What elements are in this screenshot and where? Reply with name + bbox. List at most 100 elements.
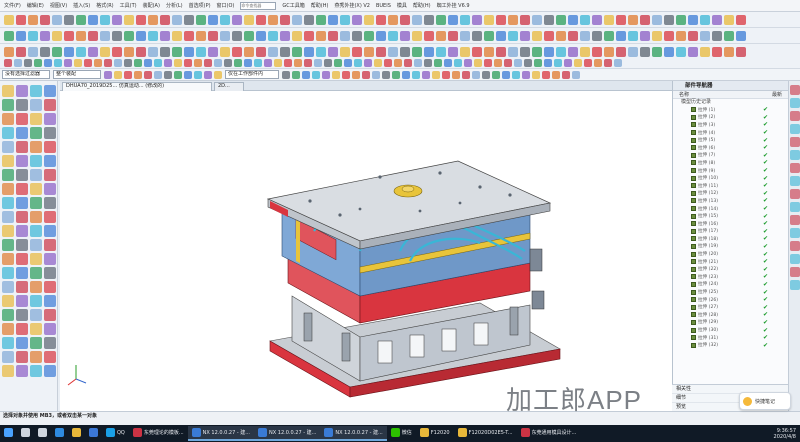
menu-item[interactable]: GC工具箱 — [282, 2, 304, 9]
toolbar-tool-icon[interactable] — [328, 14, 338, 25]
toolbar-tool-icon[interactable] — [304, 46, 314, 57]
menu-item[interactable]: 格式(R) — [96, 2, 113, 9]
side-tool-icon[interactable] — [2, 127, 14, 139]
side-tool-icon[interactable] — [2, 183, 14, 195]
feature-node[interactable]: 拉伸 (1) ✔ — [673, 106, 788, 114]
toolbar-tool-icon[interactable] — [342, 70, 350, 79]
side-tool-icon[interactable] — [16, 337, 28, 349]
feature-node[interactable]: 拉伸 (11) ✔ — [673, 182, 788, 190]
side-tool-icon[interactable] — [30, 141, 42, 153]
toolbar-tool-icon[interactable] — [616, 30, 626, 41]
toolbar-tool-icon[interactable] — [208, 14, 218, 25]
side-tool-icon[interactable] — [2, 337, 14, 349]
toolbar-tool-icon[interactable] — [400, 46, 410, 57]
feature-node[interactable]: 拉伸 (2) ✔ — [673, 114, 788, 122]
side-tool-icon[interactable] — [16, 197, 28, 209]
side-tool-icon[interactable] — [2, 323, 14, 335]
menu-item[interactable]: 帮助(H) — [311, 2, 329, 9]
side-tool-icon[interactable] — [30, 323, 42, 335]
side-tool-icon[interactable] — [30, 239, 42, 251]
toolbar-tool-icon[interactable] — [214, 70, 222, 79]
toolbar-tool-icon[interactable] — [104, 70, 112, 79]
toolbar-tool-icon[interactable] — [264, 58, 272, 67]
feature-node[interactable]: 拉伸 (12) ✔ — [673, 190, 788, 198]
side-tool-icon[interactable] — [16, 281, 28, 293]
toolbar-tool-icon[interactable] — [64, 46, 74, 57]
toolbar-tool-icon[interactable] — [688, 46, 698, 57]
resource-bar-icon[interactable] — [789, 124, 800, 134]
toolbar-tool-icon[interactable] — [184, 46, 194, 57]
toolbar-tool-icon[interactable] — [484, 14, 494, 25]
side-tool-icon[interactable] — [16, 267, 28, 279]
toolbar-tool-icon[interactable] — [436, 46, 446, 57]
side-tool-icon[interactable] — [2, 155, 14, 167]
quick-notes-button[interactable]: 快捷笔记 — [739, 392, 791, 410]
toolbar-tool-icon[interactable] — [314, 58, 322, 67]
side-tool-icon[interactable] — [16, 295, 28, 307]
toolbar-tool-icon[interactable] — [472, 46, 482, 57]
toolbar-tool-icon[interactable] — [568, 14, 578, 25]
toolbar-tool-icon[interactable] — [664, 46, 674, 57]
side-tool-icon[interactable] — [44, 309, 56, 321]
toolbar-tool-icon[interactable] — [556, 14, 566, 25]
toolbar-tool-icon[interactable] — [520, 30, 530, 41]
feature-node[interactable]: 拉伸 (26) ✔ — [673, 296, 788, 304]
side-tool-icon[interactable] — [30, 225, 42, 237]
toolbar-tool-icon[interactable] — [40, 14, 50, 25]
toolbar-tool-icon[interactable] — [352, 70, 360, 79]
feature-node[interactable]: 拉伸 (22) ✔ — [673, 265, 788, 273]
toolbar-tool-icon[interactable] — [532, 70, 540, 79]
side-tool-icon[interactable] — [2, 267, 14, 279]
side-tool-icon[interactable] — [30, 127, 42, 139]
toolbar-tool-icon[interactable] — [172, 14, 182, 25]
side-tool-icon[interactable] — [44, 239, 56, 251]
toolbar-tool-icon[interactable] — [40, 30, 50, 41]
toolbar-tool-icon[interactable] — [352, 14, 362, 25]
toolbar-tool-icon[interactable] — [112, 14, 122, 25]
side-tool-icon[interactable] — [30, 113, 42, 125]
side-tool-icon[interactable] — [16, 169, 28, 181]
toolbar-tool-icon[interactable] — [124, 58, 132, 67]
toolbar-tool-icon[interactable] — [474, 58, 482, 67]
toolbar-tool-icon[interactable] — [34, 58, 42, 67]
feature-node[interactable]: 拉伸 (25) ✔ — [673, 288, 788, 296]
side-tool-icon[interactable] — [44, 141, 56, 153]
toolbar-tool-icon[interactable] — [544, 46, 554, 57]
side-tool-icon[interactable] — [44, 169, 56, 181]
toolbar-tool-icon[interactable] — [496, 46, 506, 57]
side-tool-icon[interactable] — [2, 351, 14, 363]
toolbar-tool-icon[interactable] — [316, 30, 326, 41]
toolbar-tool-icon[interactable] — [700, 14, 710, 25]
toolbar-tool-icon[interactable] — [112, 46, 122, 57]
side-tool-icon[interactable] — [30, 169, 42, 181]
toolbar-tool-icon[interactable] — [292, 14, 302, 25]
toolbar-tool-icon[interactable] — [376, 14, 386, 25]
side-tool-icon[interactable] — [30, 309, 42, 321]
toolbar-tool-icon[interactable] — [676, 14, 686, 25]
toolbar-tool-icon[interactable] — [136, 46, 146, 57]
toolbar-tool-icon[interactable] — [324, 58, 332, 67]
side-tool-icon[interactable] — [2, 295, 14, 307]
toolbar-tool-icon[interactable] — [16, 46, 26, 57]
toolbar-tool-icon[interactable] — [160, 46, 170, 57]
toolbar-tool-icon[interactable] — [376, 46, 386, 57]
toolbar-tool-icon[interactable] — [148, 46, 158, 57]
menu-item[interactable]: 蜘工外挂 V6.9 — [437, 2, 470, 9]
side-tool-icon[interactable] — [44, 281, 56, 293]
toolbar-tool-icon[interactable] — [484, 46, 494, 57]
toolbar-tool-icon[interactable] — [472, 70, 480, 79]
toolbar-tool-icon[interactable] — [640, 30, 650, 41]
toolbar-tool-icon[interactable] — [544, 14, 554, 25]
toolbar-tool-icon[interactable] — [520, 14, 530, 25]
toolbar-tool-icon[interactable] — [676, 46, 686, 57]
toolbar-tool-icon[interactable] — [164, 58, 172, 67]
toolbar-tool-icon[interactable] — [712, 14, 722, 25]
toolbar-tool-icon[interactable] — [214, 58, 222, 67]
toolbar-tool-icon[interactable] — [454, 58, 462, 67]
side-tool-icon[interactable] — [16, 85, 28, 97]
toolbar-tool-icon[interactable] — [28, 30, 38, 41]
side-tool-icon[interactable] — [44, 211, 56, 223]
feature-node[interactable]: 拉伸 (28) ✔ — [673, 311, 788, 319]
toolbar-tool-icon[interactable] — [628, 14, 638, 25]
toolbar-tool-icon[interactable] — [134, 58, 142, 67]
